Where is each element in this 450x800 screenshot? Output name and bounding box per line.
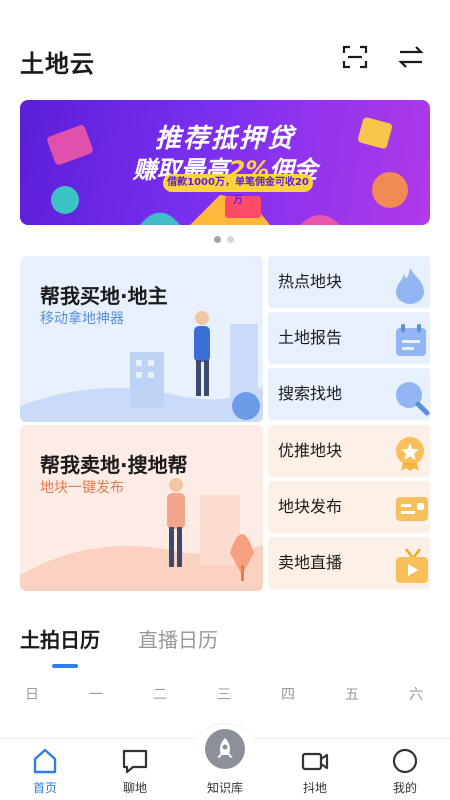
sell-card-subtitle: 地块一键发布 (40, 480, 124, 496)
weekday-label: 日 (25, 687, 39, 703)
weekday-label: 五 (345, 687, 359, 703)
side-item-search-land[interactable]: 搜索找地 (268, 368, 430, 420)
carousel-dots (214, 236, 238, 244)
card-publish-icon (396, 497, 428, 521)
side-item-label: 优推地块 (278, 441, 343, 460)
chat-icon (122, 749, 148, 774)
active-tab-indicator (52, 664, 78, 668)
side-item-recommended-land[interactable]: 优推地块 (268, 425, 430, 477)
nav-label: 聊地 (122, 781, 147, 795)
nav-label: 首页 (32, 781, 57, 795)
buy-land-card[interactable]: 帮我买地·地主 移动拿地神器 (20, 256, 263, 422)
flame-icon (396, 268, 424, 304)
promo-banner[interactable]: 推荐抵押贷 赚取最高2%佣金 借款1000万，单笔佣金可收20万 (20, 100, 430, 225)
weekday-label: 二 (153, 687, 167, 703)
profile-icon (392, 748, 418, 774)
side-item-live-selling[interactable]: 卖地直播 (268, 537, 430, 589)
search-icon (396, 382, 430, 416)
nav-label: 知识库 (206, 781, 243, 795)
home-icon (33, 748, 57, 774)
calendar-report-icon (396, 324, 426, 356)
buy-card-subtitle: 移动拿地神器 (40, 311, 124, 327)
weekday-label: 四 (281, 687, 295, 703)
nav-label: 抖地 (302, 781, 327, 795)
side-item-label: 卖地直播 (278, 553, 343, 572)
bottom-nav: 首页 聊地 知识库 抖地 我的 (0, 723, 450, 800)
side-item-land-report[interactable]: 土地报告 (268, 312, 430, 364)
weekday-label: 一 (89, 687, 103, 703)
side-item-label: 搜索找地 (278, 384, 343, 403)
video-icon (301, 752, 329, 771)
nav-chat[interactable]: 聊地 (100, 739, 170, 800)
side-item-publish-land[interactable]: 地块发布 (268, 481, 430, 533)
nav-knowledge[interactable]: 知识库 (190, 729, 260, 800)
scan-icon[interactable] (342, 44, 368, 70)
side-item-label: 地块发布 (278, 497, 343, 516)
nav-label: 我的 (392, 781, 417, 795)
side-item-label: 热点地块 (278, 272, 343, 291)
app-title: 土地云 (20, 50, 95, 78)
carousel-dot-active[interactable] (214, 236, 221, 243)
weekday-label: 三 (217, 687, 231, 703)
nav-video[interactable]: 抖地 (280, 739, 350, 800)
header: 土地云 (0, 0, 450, 100)
side-item-label: 土地报告 (278, 328, 343, 347)
switch-arrows-icon[interactable] (398, 44, 424, 70)
sell-card-title: 帮我卖地·搜地帮 (40, 453, 188, 477)
sell-land-card[interactable]: 帮我卖地·搜地帮 地块一键发布 (20, 425, 263, 591)
carousel-dot[interactable] (227, 236, 234, 243)
weekday-row: 日 一 二 三 四 五 六 (0, 684, 450, 708)
nav-home[interactable]: 首页 (10, 739, 80, 800)
buy-card-title: 帮我买地·地主 (40, 284, 168, 308)
calendar-tabs: 土拍日历 直播日历 (20, 624, 430, 668)
tab-auction-calendar[interactable]: 土拍日历 (20, 624, 100, 653)
banner-pill: 借款1000万，单笔佣金可收20万 (163, 174, 313, 206)
side-item-hot-land[interactable]: 热点地块 (268, 256, 430, 308)
tab-live-calendar[interactable]: 直播日历 (138, 624, 218, 653)
star-badge-icon (396, 437, 424, 471)
rocket-icon (217, 738, 233, 758)
nav-profile[interactable]: 我的 (370, 739, 440, 800)
tv-live-icon (396, 548, 428, 583)
weekday-label: 六 (409, 687, 423, 703)
